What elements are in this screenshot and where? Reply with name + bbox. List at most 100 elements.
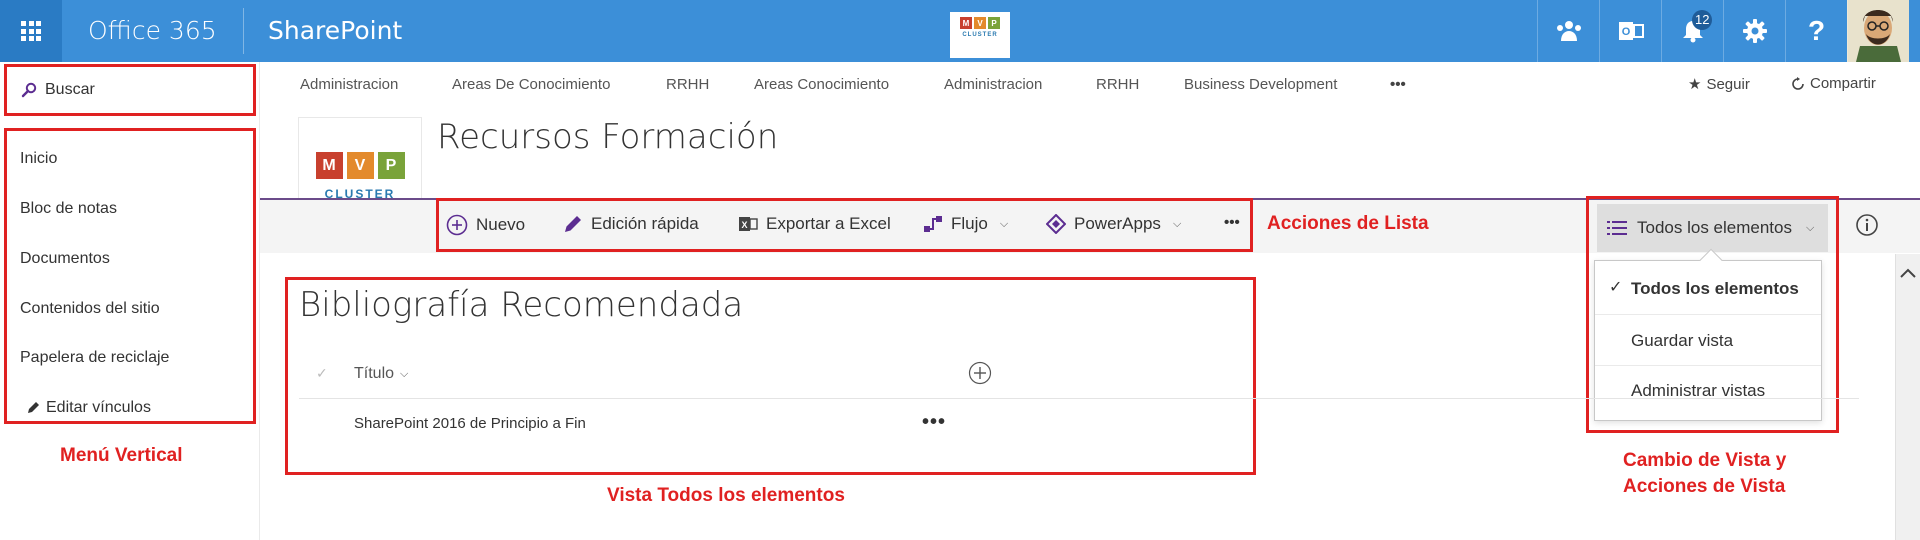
notification-count-badge: 12	[1692, 10, 1713, 30]
nav-item-bloc-de-notas[interactable]: Bloc de notas	[20, 200, 117, 218]
chevron-down-icon: ⌵	[400, 367, 409, 380]
site-logo-letter-p: P	[377, 152, 405, 179]
outlook-icon: O	[1618, 22, 1644, 40]
search-box[interactable]: Buscar	[4, 64, 256, 116]
yammer-icon	[1556, 21, 1581, 41]
annotation-all-items-view: Vista Todos los elementos	[607, 485, 845, 506]
office365-brand[interactable]: Office 365	[88, 0, 217, 62]
logo-word: CLUSTER	[962, 32, 998, 38]
checkmark-icon: ✓	[1609, 279, 1623, 296]
chevron-down-icon: ⌵	[1805, 221, 1815, 234]
new-button[interactable]: Nuevo	[446, 214, 525, 236]
annotation-list-actions: Acciones de Lista	[1267, 213, 1429, 234]
app-launcher-icon	[21, 21, 41, 41]
avatar[interactable]	[1847, 0, 1909, 62]
nav-item-contenidos-del-sitio[interactable]: Contenidos del sitio	[20, 300, 160, 318]
vertical-scrollbar[interactable]	[1895, 254, 1920, 540]
menu-divider	[1595, 314, 1821, 315]
svg-text:O: O	[1621, 26, 1630, 38]
topnav-item-administracion-2[interactable]: Administracion	[944, 76, 1042, 93]
flow-icon	[924, 216, 942, 232]
suite-logo[interactable]: M V P CLUSTER	[950, 12, 1010, 58]
view-dropdown-menu: ✓ Todos los elementos Guardar vista Admi…	[1594, 248, 1822, 421]
topnav-item-administracion[interactable]: Administracion	[300, 76, 398, 93]
site-logo-letter-v: V	[346, 152, 374, 179]
more-commands-button[interactable]: •••	[1224, 214, 1240, 231]
yammer-button[interactable]	[1537, 0, 1599, 62]
star-icon: ★	[1688, 76, 1702, 93]
header-row-divider	[299, 398, 1859, 399]
suite-divider	[243, 8, 244, 54]
notifications-button[interactable]: 12	[1661, 0, 1723, 62]
annotation-vertical-menu: Menú Vertical	[60, 445, 183, 466]
nav-item-papelera-de-reciclaje[interactable]: Papelera de reciclaje	[20, 349, 169, 367]
settings-button[interactable]	[1723, 0, 1785, 62]
quick-edit-label: Edición rápida	[591, 214, 699, 233]
chevron-up-icon[interactable]	[1900, 268, 1916, 278]
info-icon[interactable]	[1855, 213, 1879, 237]
nav-item-documentos[interactable]: Documentos	[20, 250, 110, 268]
pencil-icon	[28, 402, 39, 413]
topnav-item-areas-conocimiento[interactable]: Areas Conocimiento	[754, 76, 889, 93]
menu-item-all-items[interactable]: Todos los elementos	[1631, 279, 1799, 299]
excel-icon: X	[739, 217, 758, 231]
column-header-title[interactable]: Título ⌵	[354, 365, 408, 383]
app-launcher-button[interactable]	[0, 0, 62, 62]
topnav-item-rrhh-2[interactable]: RRHH	[1096, 76, 1139, 93]
add-column-icon[interactable]	[968, 361, 992, 385]
list-view-icon	[1607, 221, 1627, 235]
topnav-item-areas-de-conocimiento[interactable]: Areas De Conocimiento	[452, 76, 610, 93]
view-selector-label: Todos los elementos	[1637, 218, 1792, 237]
search-label[interactable]: Buscar	[45, 81, 95, 99]
flow-button[interactable]: Flujo ⌵	[923, 214, 1008, 234]
powerapps-button[interactable]: PowerApps ⌵	[1046, 214, 1181, 234]
help-icon: ?	[1807, 15, 1826, 46]
vertical-menu-highlight	[4, 128, 256, 424]
annotation-view-change-1: Cambio de Vista y	[1623, 450, 1787, 471]
topnav-more-button[interactable]: •••	[1390, 76, 1406, 93]
new-label: Nuevo	[476, 215, 526, 234]
view-selector-button[interactable]: Todos los elementos ⌵	[1597, 204, 1828, 252]
row-more-button[interactable]: •••	[922, 411, 946, 434]
avatar-image	[1848, 0, 1909, 62]
share-label: Compartir	[1810, 75, 1876, 92]
list-title[interactable]: Bibliografía Recomendada	[299, 285, 743, 325]
logo-letter-v: V	[974, 17, 986, 29]
export-excel-label: Exportar a Excel	[766, 214, 891, 233]
search-icon	[21, 82, 37, 98]
export-excel-button[interactable]: X Exportar a Excel	[738, 214, 891, 234]
column-header-title-label: Título	[354, 365, 395, 382]
nav-item-inicio[interactable]: Inicio	[20, 150, 57, 168]
select-all-checkmark[interactable]: ✓	[316, 365, 328, 382]
powerapps-label: PowerApps	[1074, 214, 1161, 233]
add-circle-icon	[446, 214, 468, 236]
logo-letter-p: P	[988, 17, 1000, 29]
logo-letter-m: M	[960, 17, 972, 29]
menu-divider	[1595, 365, 1821, 366]
outlook-button[interactable]: O	[1599, 0, 1661, 62]
edit-links-button[interactable]: Editar vínculos	[26, 399, 151, 417]
quick-edit-button[interactable]: Edición rápida	[563, 214, 699, 234]
powerapps-icon	[1046, 214, 1066, 234]
help-button[interactable]: ?	[1785, 0, 1847, 62]
follow-button[interactable]: ★ Seguir	[1688, 75, 1750, 94]
chevron-down-icon: ⌵	[1172, 217, 1182, 230]
edit-links-label: Editar vínculos	[46, 399, 151, 416]
chevron-down-icon: ⌵	[999, 217, 1009, 230]
menu-item-save-view[interactable]: Guardar vista	[1631, 331, 1733, 351]
topnav-item-business-development[interactable]: Business Development	[1184, 76, 1337, 93]
pencil-icon	[565, 216, 581, 232]
svg-text:X: X	[741, 220, 747, 230]
site-logo-letter-m: M	[315, 152, 343, 179]
topnav-item-rrhh[interactable]: RRHH	[666, 76, 709, 93]
follow-label: Seguir	[1706, 75, 1750, 93]
share-button[interactable]: Compartir	[1791, 75, 1876, 92]
suite-bar: Office 365 SharePoint M V P CLUSTER O 12…	[0, 0, 1920, 62]
site-title[interactable]: Recursos Formación	[437, 117, 778, 157]
table-row-title[interactable]: SharePoint 2016 de Principio a Fin	[354, 415, 586, 432]
annotation-view-change-2: Acciones de Vista	[1623, 476, 1786, 497]
sharepoint-app-name[interactable]: SharePoint	[268, 0, 402, 62]
share-icon	[1792, 76, 1804, 90]
gear-icon	[1742, 19, 1767, 43]
flow-label: Flujo	[951, 214, 988, 233]
